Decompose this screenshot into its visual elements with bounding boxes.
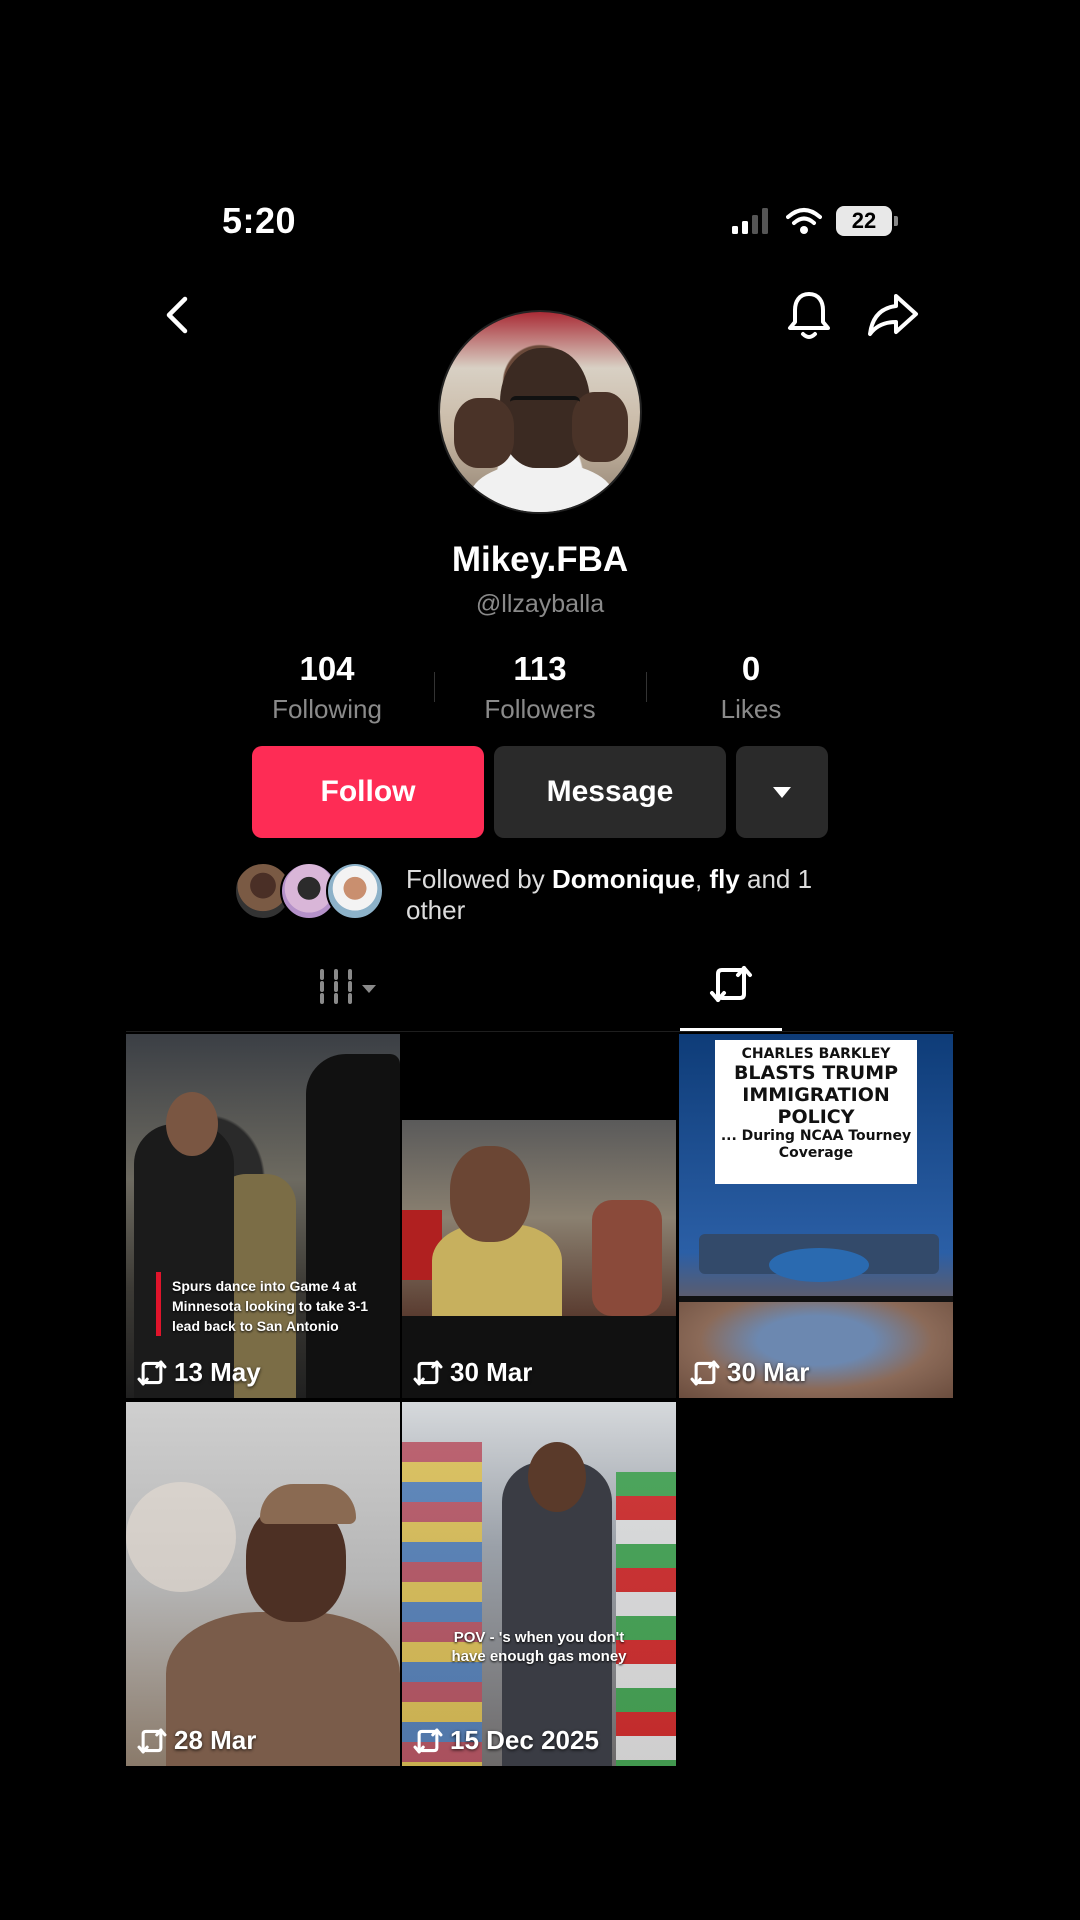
stat-likes[interactable]: 0 Likes [651,650,851,725]
repost-icon [413,1360,443,1385]
avatar [326,862,384,920]
repost-icon [137,1360,167,1385]
display-name: Mikey.FBA [451,540,629,579]
repost-tile[interactable]: Spurs dance into Game 4 at Minnesota loo… [126,1034,400,1398]
caret-down-icon [362,985,376,993]
notifications-button[interactable] [784,288,834,342]
back-button[interactable] [156,290,196,340]
following-count: 104 [299,650,355,687]
battery-icon: 22 [836,206,898,236]
likes-label: Likes [720,694,782,724]
share-arrow-icon [868,294,918,336]
repost-date: 28 Mar [136,1725,256,1756]
tab-reposts[interactable] [680,962,782,1032]
username-handle: @llzayballa [475,590,605,618]
repost-date: 30 Mar [412,1357,532,1388]
mutual-avatars [234,862,394,924]
video-caption-overlay: Spurs dance into Game 4 at Minnesota loo… [172,1278,369,1334]
suggested-accounts-button[interactable] [736,746,828,838]
status-icons: 22 [732,206,898,236]
cellular-signal-icon [732,208,768,234]
follow-button[interactable]: Follow [252,746,484,838]
followers-count: 113 [513,650,567,687]
repost-icon [690,1360,720,1385]
chevron-left-icon [166,296,188,334]
stat-followers[interactable]: 113 Followers [440,650,640,725]
repost-date: 30 Mar [689,1357,809,1388]
video-caption-overlay: POV - 's when you don't have enough gas … [451,1629,627,1665]
message-button[interactable]: Message [494,746,726,838]
following-label: Following [272,694,382,724]
repost-icon [413,1728,443,1753]
repost-tile[interactable]: CHARLES BARKLEY BLASTS TRUMP IMMIGRATION… [679,1034,953,1398]
repost-tile[interactable]: 28 Mar [126,1402,400,1766]
share-button[interactable] [866,290,920,340]
followers-label: Followers [484,694,596,724]
battery-level: 22 [836,206,892,236]
likes-count: 0 [741,650,761,687]
status-time: 5:20 [222,200,297,241]
mutual-followers-text: Followed by Domonique, fly and 1 other [406,864,813,925]
repost-date: 13 May [136,1357,261,1388]
wifi-icon [786,208,822,234]
repost-icon [710,966,752,1002]
caret-down-icon [773,786,791,798]
tab-divider [126,1031,954,1032]
profile-avatar[interactable] [438,310,642,514]
stat-divider [646,672,647,702]
repost-date: 15 Dec 2025 [412,1725,599,1756]
tab-videos[interactable] [318,968,388,1010]
stat-following[interactable]: 104 Following [227,650,427,725]
bell-icon [788,292,830,339]
repost-icon [137,1728,167,1753]
mutual-followers[interactable]: Followed by Domonique, fly and 1 other [234,862,854,926]
repost-tile[interactable]: POV - 's when you don't have enough gas … [402,1402,676,1766]
grid-icon [320,969,352,1009]
news-headline-overlay: CHARLES BARKLEY BLASTS TRUMP IMMIGRATION… [715,1040,917,1184]
stat-divider [434,672,435,702]
repost-tile[interactable]: 30 Mar [402,1034,676,1398]
